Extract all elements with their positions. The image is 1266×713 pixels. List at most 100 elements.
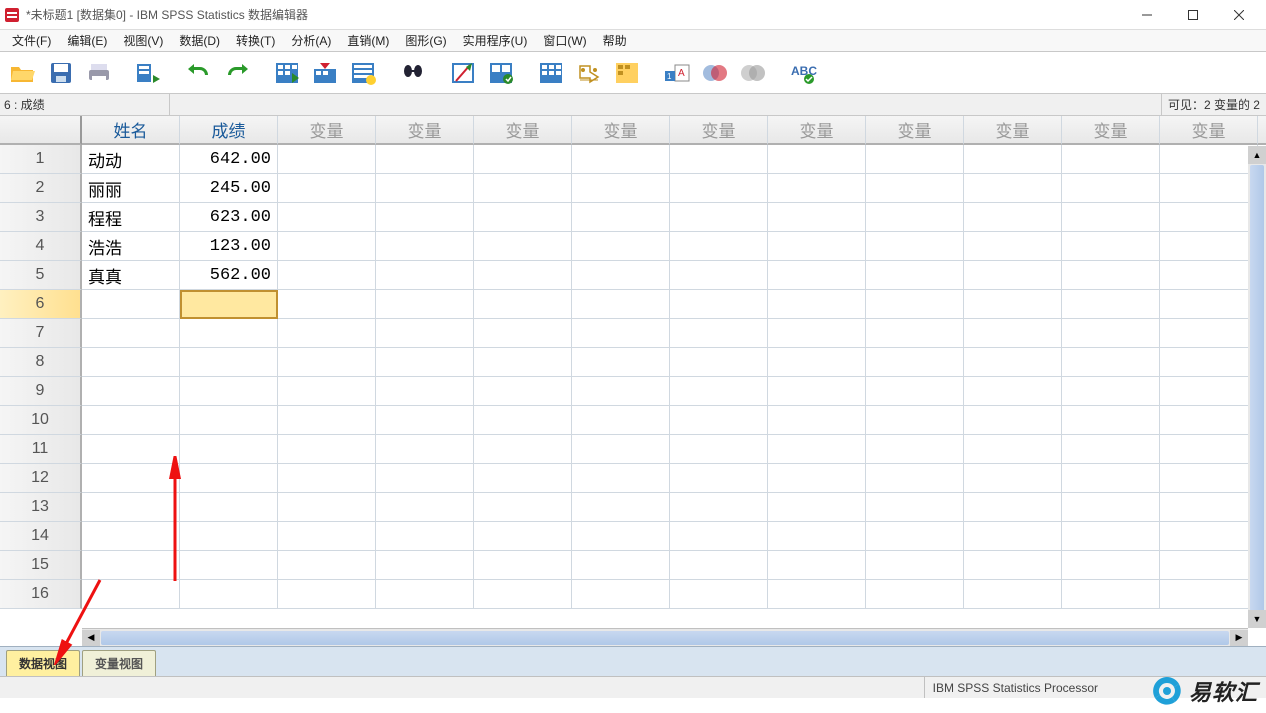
empty-cell[interactable] (180, 319, 278, 348)
empty-cell[interactable] (1160, 319, 1258, 348)
data-cell[interactable]: 丽丽 (82, 174, 180, 203)
menu-utilities[interactable]: 实用程序(U) (455, 30, 536, 51)
empty-cell[interactable] (866, 319, 964, 348)
empty-cell[interactable] (82, 580, 180, 609)
column-header-empty[interactable]: 变量 (1160, 116, 1258, 145)
column-header[interactable]: 成绩 (180, 116, 278, 145)
spellcheck-icon[interactable]: ABC (786, 56, 820, 90)
empty-cell[interactable] (278, 377, 376, 406)
data-cell[interactable]: 245.00 (180, 174, 278, 203)
empty-cell[interactable] (866, 203, 964, 232)
empty-cell[interactable] (474, 232, 572, 261)
row-header[interactable]: 12 (0, 464, 82, 493)
empty-cell[interactable] (1160, 145, 1258, 174)
empty-cell[interactable] (572, 522, 670, 551)
empty-cell[interactable] (474, 551, 572, 580)
row-header[interactable]: 9 (0, 377, 82, 406)
empty-cell[interactable] (768, 290, 866, 319)
column-header-empty[interactable]: 变量 (866, 116, 964, 145)
data-cell[interactable] (82, 290, 180, 319)
empty-cell[interactable] (180, 377, 278, 406)
empty-cell[interactable] (474, 493, 572, 522)
empty-cell[interactable] (1062, 551, 1160, 580)
empty-cell[interactable] (866, 290, 964, 319)
menu-file[interactable]: 文件(F) (4, 30, 59, 51)
empty-cell[interactable] (572, 493, 670, 522)
empty-cell[interactable] (670, 261, 768, 290)
empty-cell[interactable] (866, 377, 964, 406)
empty-cell[interactable] (82, 522, 180, 551)
empty-cell[interactable] (670, 319, 768, 348)
empty-cell[interactable] (376, 145, 474, 174)
empty-cell[interactable] (670, 348, 768, 377)
empty-cell[interactable] (768, 493, 866, 522)
empty-cell[interactable] (474, 406, 572, 435)
empty-cell[interactable] (1062, 290, 1160, 319)
empty-cell[interactable] (278, 203, 376, 232)
empty-cell[interactable] (82, 377, 180, 406)
empty-cell[interactable] (572, 290, 670, 319)
empty-cell[interactable] (964, 290, 1062, 319)
row-header[interactable]: 7 (0, 319, 82, 348)
empty-cell[interactable] (1160, 435, 1258, 464)
empty-cell[interactable] (376, 435, 474, 464)
empty-cell[interactable] (180, 406, 278, 435)
empty-cell[interactable] (866, 145, 964, 174)
empty-cell[interactable] (1062, 522, 1160, 551)
empty-cell[interactable] (768, 551, 866, 580)
vertical-scrollbar[interactable]: ▲ ▼ (1248, 146, 1266, 628)
empty-cell[interactable] (964, 348, 1062, 377)
empty-cell[interactable] (768, 406, 866, 435)
empty-cell[interactable] (866, 464, 964, 493)
empty-cell[interactable] (278, 522, 376, 551)
goto-variable-icon[interactable] (308, 56, 342, 90)
empty-cell[interactable] (278, 261, 376, 290)
empty-cell[interactable] (180, 464, 278, 493)
empty-cell[interactable] (866, 174, 964, 203)
empty-cell[interactable] (180, 522, 278, 551)
empty-cell[interactable] (768, 261, 866, 290)
data-cell[interactable]: 123.00 (180, 232, 278, 261)
selected-cell[interactable] (180, 290, 278, 319)
empty-cell[interactable] (474, 348, 572, 377)
empty-cell[interactable] (278, 232, 376, 261)
vscroll-thumb[interactable] (1250, 165, 1264, 625)
empty-cell[interactable] (474, 290, 572, 319)
empty-cell[interactable] (376, 261, 474, 290)
empty-cell[interactable] (1062, 493, 1160, 522)
empty-cell[interactable] (82, 406, 180, 435)
empty-cell[interactable] (866, 522, 964, 551)
empty-cell[interactable] (278, 348, 376, 377)
empty-cell[interactable] (866, 493, 964, 522)
tab-data-view[interactable]: 数据视图 (6, 650, 80, 676)
empty-cell[interactable] (376, 493, 474, 522)
empty-cell[interactable] (376, 203, 474, 232)
empty-cell[interactable] (180, 493, 278, 522)
sets-icon[interactable] (698, 56, 732, 90)
empty-cell[interactable] (376, 290, 474, 319)
hscroll-thumb[interactable] (101, 631, 1229, 645)
empty-cell[interactable] (82, 493, 180, 522)
empty-cell[interactable] (572, 174, 670, 203)
empty-cell[interactable] (376, 406, 474, 435)
empty-cell[interactable] (1062, 464, 1160, 493)
horizontal-scrollbar[interactable]: ◀ ▶ (82, 628, 1248, 646)
empty-cell[interactable] (1062, 145, 1160, 174)
column-header-empty[interactable]: 变量 (376, 116, 474, 145)
column-header-empty[interactable]: 变量 (768, 116, 866, 145)
empty-cell[interactable] (670, 145, 768, 174)
print-icon[interactable] (82, 56, 116, 90)
empty-cell[interactable] (474, 522, 572, 551)
menu-window[interactable]: 窗口(W) (535, 30, 594, 51)
find-icon[interactable] (396, 56, 430, 90)
empty-cell[interactable] (964, 377, 1062, 406)
empty-cell[interactable] (572, 145, 670, 174)
empty-cell[interactable] (572, 348, 670, 377)
empty-cell[interactable] (82, 551, 180, 580)
column-header-empty[interactable]: 变量 (1258, 116, 1266, 145)
empty-cell[interactable] (866, 435, 964, 464)
empty-cell[interactable] (1160, 493, 1258, 522)
empty-cell[interactable] (376, 232, 474, 261)
empty-cell[interactable] (1062, 406, 1160, 435)
empty-cell[interactable] (1160, 406, 1258, 435)
